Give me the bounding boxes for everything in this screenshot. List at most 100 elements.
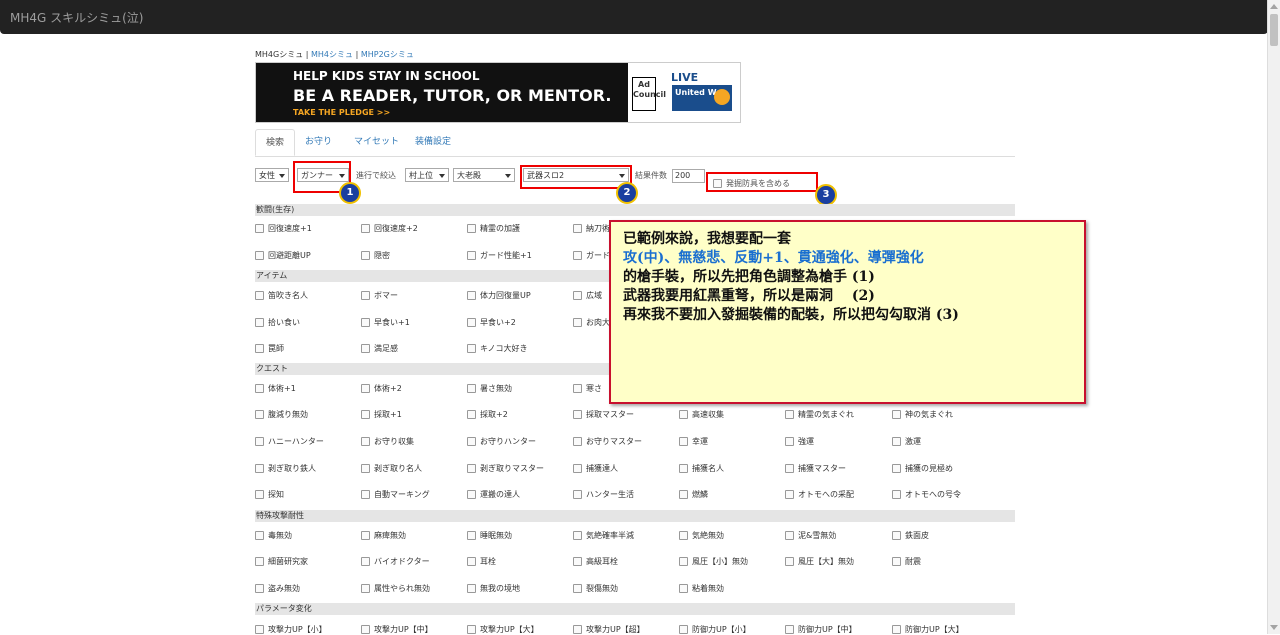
tab-search[interactable]: 検索 (255, 129, 296, 156)
skill-checkbox[interactable]: 攻撃力UP【超】 (573, 624, 645, 635)
skill-checkbox[interactable]: オトモへの号令 (892, 489, 961, 500)
checkbox-box[interactable] (467, 318, 476, 327)
checkbox-box[interactable] (679, 490, 688, 499)
skill-checkbox[interactable]: 気絶無効 (679, 530, 724, 541)
checkbox-box[interactable] (892, 557, 901, 566)
checkbox-box[interactable] (255, 291, 264, 300)
checkbox-box[interactable] (467, 490, 476, 499)
skill-checkbox[interactable]: 剥ぎ取りマスター (467, 463, 544, 474)
skill-checkbox[interactable]: 激運 (892, 436, 921, 447)
skill-checkbox[interactable]: 体術+1 (255, 383, 296, 394)
skill-checkbox[interactable]: 神の気まぐれ (892, 409, 953, 420)
skill-checkbox[interactable]: 体術+2 (361, 383, 402, 394)
skill-checkbox[interactable]: 捕獲達人 (573, 463, 618, 474)
page-scrollbar[interactable] (1267, 0, 1280, 634)
skill-checkbox[interactable]: 攻撃力UP【大】 (467, 624, 539, 635)
checkbox-box[interactable] (361, 490, 370, 499)
skill-checkbox[interactable]: ハニーハンター (255, 436, 324, 447)
skill-checkbox[interactable]: 燃鱗 (679, 489, 708, 500)
checkbox-box[interactable] (255, 437, 264, 446)
checkbox-box[interactable] (467, 224, 476, 233)
checkbox-box[interactable] (892, 437, 901, 446)
skill-checkbox[interactable]: 粘着無効 (679, 583, 724, 594)
checkbox-box[interactable] (785, 464, 794, 473)
skill-checkbox[interactable]: 回復速度+1 (255, 223, 312, 234)
checkbox-box[interactable] (679, 437, 688, 446)
checkbox-box[interactable] (255, 625, 264, 634)
gender-select[interactable]: 女性 (255, 168, 289, 182)
skill-checkbox[interactable]: 盗み無効 (255, 583, 300, 594)
rank-select[interactable]: 大老殿 (453, 168, 515, 182)
checkbox-box[interactable] (679, 625, 688, 634)
result-count-input[interactable]: 200 (672, 169, 705, 183)
skill-checkbox[interactable]: 風圧【小】無効 (679, 556, 748, 567)
skill-checkbox[interactable]: 回復速度+2 (361, 223, 418, 234)
checkbox-box[interactable] (573, 291, 582, 300)
skill-checkbox[interactable]: 攻撃力UP【小】 (255, 624, 327, 635)
skill-checkbox[interactable]: 罠師 (255, 343, 284, 354)
skill-checkbox[interactable]: 回避距離UP (255, 250, 311, 261)
checkbox-box[interactable] (255, 557, 264, 566)
checkbox-box[interactable] (255, 584, 264, 593)
skill-checkbox[interactable]: 採取マスター (573, 409, 634, 420)
skill-checkbox[interactable]: 満足感 (361, 343, 398, 354)
mhp2g-sim-link[interactable]: MHP2Gシミュ (361, 50, 414, 59)
checkbox-box[interactable] (361, 318, 370, 327)
ad-banner[interactable]: HELP KIDS STAY IN SCHOOL BE A READER, TU… (255, 62, 741, 123)
checkbox-box[interactable] (467, 437, 476, 446)
checkbox-box[interactable] (361, 224, 370, 233)
checkbox-box[interactable] (255, 464, 264, 473)
skill-checkbox[interactable]: 剥ぎ取り名人 (361, 463, 422, 474)
checkbox-box[interactable] (467, 384, 476, 393)
checkbox-box[interactable] (361, 251, 370, 260)
checkbox-box[interactable] (679, 464, 688, 473)
checkbox-box[interactable] (467, 410, 476, 419)
skill-checkbox[interactable]: 幸運 (679, 436, 708, 447)
checkbox-box[interactable] (255, 251, 264, 260)
checkbox-box[interactable] (361, 531, 370, 540)
checkbox-box[interactable] (255, 318, 264, 327)
checkbox-box[interactable] (361, 437, 370, 446)
skill-checkbox[interactable]: お守りハンター (467, 436, 536, 447)
skill-checkbox[interactable]: 笛吹き名人 (255, 290, 308, 301)
checkbox-box[interactable] (255, 384, 264, 393)
skill-checkbox[interactable]: 属性やられ無効 (361, 583, 430, 594)
skill-checkbox[interactable]: バイオドクター (361, 556, 430, 567)
checkbox-box[interactable] (573, 384, 582, 393)
checkbox-box[interactable] (361, 291, 370, 300)
checkbox-box[interactable] (785, 625, 794, 634)
skill-checkbox[interactable]: ガード性能+1 (467, 250, 532, 261)
skill-checkbox[interactable]: 防御力UP【中】 (785, 624, 857, 635)
skill-checkbox[interactable]: 防御力UP【大】 (892, 624, 964, 635)
skill-checkbox[interactable]: 麻痺無効 (361, 530, 406, 541)
checkbox-box[interactable] (573, 531, 582, 540)
checkbox-box[interactable] (467, 531, 476, 540)
checkbox-box[interactable] (785, 410, 794, 419)
checkbox-box[interactable] (467, 625, 476, 634)
checkbox-box[interactable] (892, 464, 901, 473)
skill-checkbox[interactable]: 風圧【大】無効 (785, 556, 854, 567)
skill-checkbox[interactable]: 精霊の加護 (467, 223, 520, 234)
checkbox-box[interactable] (573, 557, 582, 566)
skill-checkbox[interactable]: オトモへの采配 (785, 489, 854, 500)
village-select[interactable]: 村上位 (405, 168, 449, 182)
checkbox-box[interactable] (573, 625, 582, 634)
checkbox-box[interactable] (892, 531, 901, 540)
skill-checkbox[interactable]: お守りマスター (573, 436, 642, 447)
checkbox-box[interactable] (361, 625, 370, 634)
skill-checkbox[interactable]: 無我の境地 (467, 583, 520, 594)
skill-checkbox[interactable]: 運搬の達人 (467, 489, 520, 500)
checkbox-box[interactable] (467, 344, 476, 353)
checkbox-box[interactable] (679, 557, 688, 566)
skill-checkbox[interactable]: 耐震 (892, 556, 921, 567)
checkbox-box[interactable] (573, 490, 582, 499)
skill-checkbox[interactable]: 体力回復量UP (467, 290, 531, 301)
skill-checkbox[interactable]: 防御力UP【小】 (679, 624, 751, 635)
checkbox-box[interactable] (573, 318, 582, 327)
checkbox-box[interactable] (573, 251, 582, 260)
mh4-sim-link[interactable]: MH4シミュ (311, 50, 353, 59)
checkbox-box[interactable] (892, 625, 901, 634)
tab-equip-settings[interactable]: 装備設定 (405, 129, 461, 156)
skill-checkbox[interactable]: 納刀術 (573, 223, 610, 234)
skill-checkbox[interactable]: 採取+1 (361, 409, 402, 420)
